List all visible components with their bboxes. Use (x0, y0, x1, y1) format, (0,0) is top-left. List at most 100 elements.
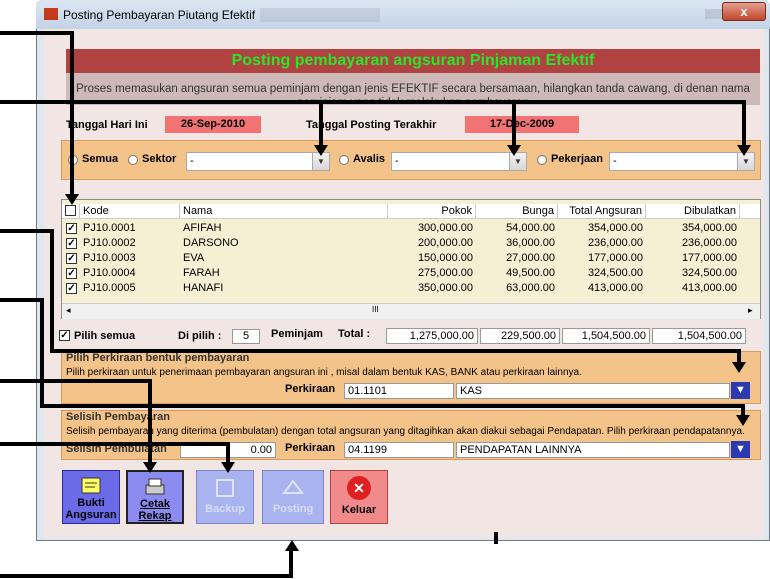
col-total-angsuran[interactable]: Total Angsuran (558, 204, 646, 218)
selisih-perkiraan-label: Perkiraan (285, 442, 336, 454)
callout-line-1v (70, 31, 74, 195)
window-title: Posting Pembayaran Piutang Efektif (63, 8, 256, 22)
cell-total: 236,000.00 (587, 237, 643, 249)
callout-line-5 (0, 379, 150, 383)
cell-kode: PJ10.0001 (83, 222, 136, 234)
perkiraan-dropdown-icon[interactable]: ▼ (731, 382, 750, 399)
document-icon (81, 477, 101, 494)
callout-line-4v (40, 298, 44, 408)
posting-button[interactable]: Posting (262, 470, 324, 524)
pekerjaan-label: Pekerjaan (551, 153, 603, 165)
row-checkbox[interactable]: ✓ (66, 238, 77, 249)
callout-arrow-6 (221, 462, 235, 473)
perkiraan-code-field[interactable]: 01.1101 (344, 383, 454, 399)
semua-label: Semua (82, 153, 119, 165)
cell-bulat: 413,000.00 (681, 282, 737, 294)
cell-pokok: 200,000.00 (417, 237, 473, 249)
cetak-rekap-button[interactable]: Cetak Rekap (126, 470, 184, 524)
scroll-thumb[interactable]: III (372, 305, 379, 314)
row-checkbox[interactable]: ✓ (66, 223, 77, 234)
row-checkbox[interactable]: ✓ (66, 253, 77, 264)
total-dibulatkan: 1,504,500.00 (652, 328, 746, 344)
callout-line-4 (0, 298, 42, 302)
cell-total: 413,000.00 (587, 282, 643, 294)
select-all-header[interactable] (62, 204, 80, 218)
total-bunga: 229,500.00 (480, 328, 560, 344)
row-checkbox[interactable]: ✓ (66, 268, 77, 279)
perkiraan-label: Perkiraan (285, 383, 336, 395)
app-icon (44, 8, 58, 20)
col-dibulatkan[interactable]: Dibulatkan (646, 204, 740, 218)
cetak-rekap-label: Cetak Rekap (138, 498, 172, 522)
col-kode[interactable]: Kode (80, 204, 180, 218)
close-circle-icon: ✕ (347, 476, 371, 500)
posting-label: Posting (272, 503, 314, 515)
header-checkbox[interactable] (65, 205, 76, 216)
perkiraan-name-field[interactable]: KAS (456, 383, 730, 399)
selisih-name-field[interactable]: PENDAPATAN LAINNYA (456, 442, 730, 458)
cell-total: 177,000.00 (587, 252, 643, 264)
selisih-section-text: Selisih pembayaran yang diterima (pembul… (66, 426, 745, 437)
avalis-radio[interactable] (339, 155, 349, 165)
backup-label: Backup (205, 503, 245, 515)
col-bunga[interactable]: Bunga (476, 204, 558, 218)
callout-line-3h (50, 349, 740, 353)
backup-button[interactable]: Backup (196, 470, 254, 524)
callout-arrow-3 (732, 362, 746, 373)
cell-pokok: 275,000.00 (417, 267, 473, 279)
cell-nama: HANAFI (183, 282, 224, 294)
callout-arrow-2c (737, 145, 751, 156)
printer-icon (145, 478, 165, 495)
callout-line-4h (40, 404, 744, 408)
col-pokok[interactable]: Pokok (388, 204, 476, 218)
close-button[interactable]: x (722, 2, 766, 21)
today-date: 26-Sep-2010 (165, 116, 261, 133)
cell-bunga: 63,000.00 (506, 282, 555, 294)
grid-horizontal-scrollbar[interactable]: ◂ III ▸ (62, 303, 760, 319)
keluar-button[interactable]: ✕ Keluar (330, 470, 388, 524)
pekerjaan-radio[interactable] (537, 155, 547, 165)
bukti-angsuran-label: Bukti Angsuran (65, 497, 117, 521)
total-label: Total : (338, 328, 371, 340)
cell-nama: FARAH (183, 267, 220, 279)
cell-nama: DARSONO (183, 237, 239, 249)
title-ghost-text (260, 8, 380, 22)
selisih-dropdown-icon[interactable]: ▼ (731, 441, 750, 458)
callout-line-5v (148, 379, 152, 463)
callout-arrow-5 (143, 462, 157, 473)
page-title: Posting pembayaran angsuran Pinjaman Efe… (231, 52, 595, 69)
bukti-angsuran-button[interactable]: Bukti Angsuran (62, 470, 120, 524)
pilih-semua-checkbox[interactable]: ✓ (59, 330, 70, 341)
sektor-radio[interactable] (128, 155, 138, 165)
avalis-label: Avalis (353, 153, 386, 165)
callout-arrow-4 (736, 415, 750, 426)
cell-bunga: 27,000.00 (506, 252, 555, 264)
cell-total: 324,500.00 (587, 267, 643, 279)
pekerjaan-combo[interactable]: - ▼ (609, 152, 755, 171)
sektor-combo-value: - (190, 155, 194, 167)
sektor-combo[interactable]: - ▼ (186, 152, 330, 171)
keluar-label: Keluar (341, 504, 377, 516)
total-pokok: 1,275,000.00 (386, 328, 478, 344)
cell-bunga: 49,500.00 (506, 267, 555, 279)
scroll-left-icon[interactable]: ◂ (66, 305, 71, 316)
callout-line-3d (737, 349, 741, 363)
callout-line-3 (0, 229, 52, 233)
pilih-semua-label: Pilih semua (74, 330, 136, 342)
selisih-section-title: Selisih Pembayaran (66, 411, 170, 423)
perkiraan-section-title: Pilih Perkiraan bentuk pembayaran (66, 352, 250, 364)
sektor-label: Sektor (142, 153, 177, 165)
cell-kode: PJ10.0003 (83, 252, 136, 264)
cell-kode: PJ10.0002 (83, 237, 136, 249)
today-label: Tanggal Hari Ini (66, 119, 148, 131)
scroll-right-icon[interactable]: ▸ (748, 305, 753, 316)
callout-arrow-2b (507, 145, 521, 156)
row-checkbox[interactable]: ✓ (66, 283, 77, 294)
cell-bunga: 36,000.00 (506, 237, 555, 249)
selisih-code-field[interactable]: 04.1199 (344, 442, 454, 458)
callout-line-6 (0, 442, 228, 446)
avalis-combo-value: - (395, 155, 399, 167)
cell-kode: PJ10.0004 (83, 267, 136, 279)
callout-line-2a (319, 100, 323, 146)
col-nama[interactable]: Nama (180, 204, 388, 218)
